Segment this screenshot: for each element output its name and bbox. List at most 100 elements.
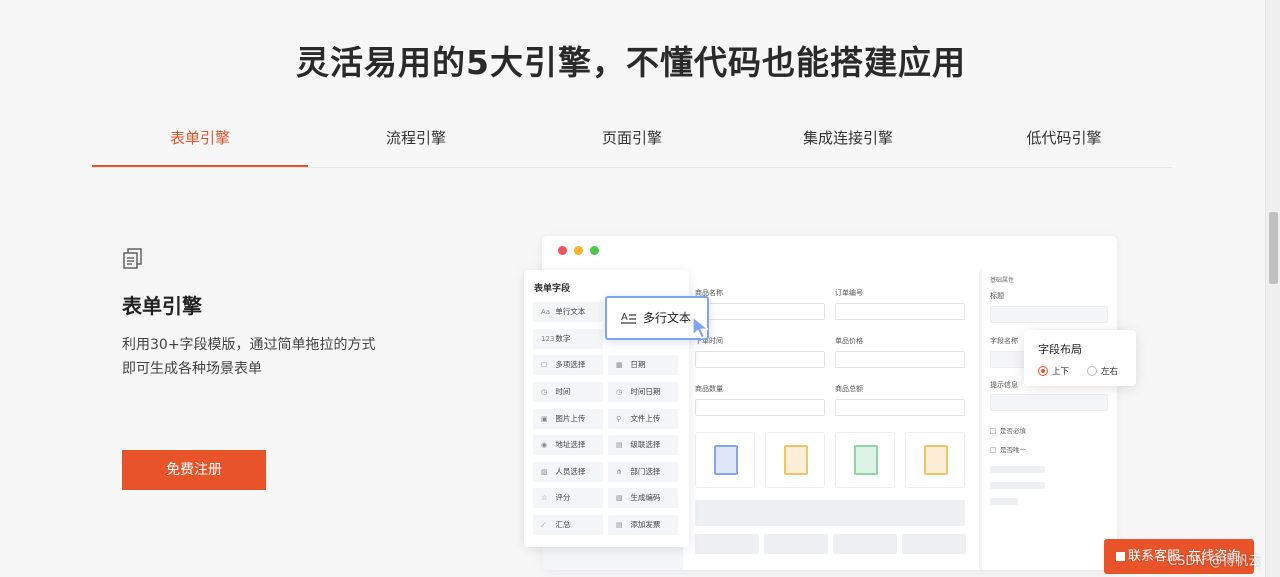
chip-label: 添加发票 <box>630 520 661 529</box>
org-tree-icon: ⋔ <box>616 468 622 476</box>
image-thumb <box>695 432 755 488</box>
chip-label: 级联选择 <box>630 440 661 449</box>
placeholder-bar <box>695 534 759 554</box>
option-label: 左右 <box>1101 367 1119 377</box>
layout-option-vertical: 上下 <box>1038 365 1069 377</box>
field-chip-department: ⋔ 部门选择 <box>608 462 678 482</box>
placeholder-bar <box>990 482 1045 489</box>
window-dots <box>558 246 599 255</box>
free-signup-button[interactable]: 免费注册 <box>122 450 266 490</box>
field-chip-summary: ⟋ 汇总 <box>533 515 603 535</box>
page-scrollbar[interactable] <box>1265 0 1280 577</box>
field-chip-time: ◷ 时间 <box>533 382 603 402</box>
star-icon: ☆ <box>541 494 548 502</box>
field-chip-single-text: Aa 单行文本 <box>533 302 603 322</box>
chip-label: 文件上传 <box>630 414 661 423</box>
field-chip-rating: ☆ 评分 <box>533 488 603 508</box>
field-unit-price <box>835 351 965 368</box>
engine-tabs: 表单引擎 流程引擎 页面引擎 集成连接引擎 低代码引擎 <box>92 110 1172 168</box>
props-field-name-label: 字段名称 <box>990 337 1018 345</box>
image-thumb <box>835 432 895 488</box>
chip-label: 数字 <box>555 334 571 343</box>
chip-label: 人员选择 <box>555 467 586 476</box>
required-label: 是否必填 <box>1000 427 1026 435</box>
tab-form-engine[interactable]: 表单引擎 <box>92 110 308 167</box>
props-title-field <box>990 306 1108 323</box>
text-icon: Aa <box>541 308 551 316</box>
label-quantity: 商品数量 <box>695 385 723 393</box>
field-chip-person: ▨ 人员选择 <box>533 462 603 482</box>
field-chip-address: ◉ 地址选择 <box>533 435 603 455</box>
field-chip-number: 123 数字 <box>533 329 603 349</box>
feature-desc-line1: 利用30+字段模版，通过简单拖拉的方式 <box>122 337 376 353</box>
cascade-icon: ▤ <box>616 441 623 449</box>
props-hint-field <box>990 394 1108 411</box>
radio-selected-icon <box>1038 366 1048 376</box>
clock-icon: ◷ <box>541 388 548 396</box>
chip-label: 地址选择 <box>555 440 586 449</box>
chip-label: 日期 <box>630 360 646 369</box>
person-icon: ▨ <box>541 468 548 476</box>
feature-title: 表单引擎 <box>122 294 202 318</box>
tab-integration-engine[interactable]: 集成连接引擎 <box>740 110 956 167</box>
props-hint-label: 提示信息 <box>990 381 1018 389</box>
required-checkbox: 是否必填 <box>990 425 1026 435</box>
chip-label: 时间日期 <box>630 387 661 396</box>
chip-label: 时间 <box>555 387 571 396</box>
props-title-label: 标题 <box>990 292 1004 300</box>
attachment-icon: ⚲ <box>616 415 622 423</box>
placeholder-bar <box>990 466 1045 473</box>
unique-label: 是否唯一 <box>1000 446 1026 454</box>
field-chip-code: ▧ 生成编码 <box>608 488 678 508</box>
headline: 灵活易用的5大引擎，不懂代码也能搭建应用 <box>296 43 966 82</box>
svg-text:A: A <box>621 312 628 323</box>
field-chip-datetime: ◷ 时间日期 <box>608 382 678 402</box>
palette-title: 表单字段 <box>534 284 571 294</box>
multiline-text-icon: A <box>621 312 636 324</box>
close-dot-icon <box>558 246 567 255</box>
tab-page-engine[interactable]: 页面引擎 <box>524 110 740 167</box>
field-order-no <box>835 303 965 320</box>
chip-label: 生成编码 <box>630 493 661 502</box>
chip-label: 汇总 <box>555 520 571 529</box>
placeholder-bar <box>764 534 828 554</box>
image-thumb <box>765 432 825 488</box>
unique-checkbox: 是否唯一 <box>990 444 1026 454</box>
tab-lowcode-engine[interactable]: 低代码引擎 <box>956 110 1172 167</box>
maximize-dot-icon <box>590 246 599 255</box>
layout-option-horizontal: 左右 <box>1087 365 1118 377</box>
radio-unselected-icon <box>1087 366 1097 376</box>
label-unit-price: 单品价格 <box>835 337 863 345</box>
multi-select-icon: ☐ <box>541 361 548 369</box>
placeholder-bar <box>902 534 966 554</box>
placeholder-bar <box>695 500 965 526</box>
field-chip-date: ▦ 日期 <box>608 355 678 375</box>
watermark: CSDN @得帆云 <box>1168 554 1262 569</box>
field-chip-invoice: ▤ 添加发票 <box>608 515 678 535</box>
field-chip-image-upload: ▣ 图片上传 <box>533 409 603 429</box>
field-chip-cascade: ▤ 级联选择 <box>608 435 678 455</box>
layout-popup-title: 字段布局 <box>1038 343 1082 356</box>
location-icon: ◉ <box>541 441 548 449</box>
field-chip-multi-select: ☐ 多项选择 <box>533 355 603 375</box>
chip-label: 部门选择 <box>630 467 661 476</box>
form-canvas: 商品名称 订单编号 下单时间 单品价格 商品数量 商品总额 <box>683 270 979 570</box>
image-icon: ▣ <box>541 415 548 423</box>
form-copy-icon <box>123 248 142 269</box>
label-total: 商品总额 <box>835 385 863 393</box>
feature-description: 利用30+字段模版，通过简单拖拉的方式 即可生成各种场景表单 <box>122 333 422 381</box>
pointer-cursor-icon <box>692 316 709 339</box>
field-product-name <box>695 303 825 320</box>
field-total <box>835 399 965 416</box>
scrollbar-thumb[interactable] <box>1269 212 1278 284</box>
field-chip-file-upload: ⚲ 文件上传 <box>608 409 678 429</box>
calendar-icon: ▦ <box>616 361 623 369</box>
number-icon: 123 <box>541 335 555 343</box>
chart-icon: ⟋ <box>541 521 546 529</box>
feature-desc-line2: 即可生成各种场景表单 <box>122 361 262 377</box>
chip-label: 评分 <box>555 493 571 502</box>
placeholder-bar <box>990 498 1018 505</box>
tab-process-engine[interactable]: 流程引擎 <box>308 110 524 167</box>
placeholder-bar <box>833 534 897 554</box>
image-thumb <box>905 432 965 488</box>
